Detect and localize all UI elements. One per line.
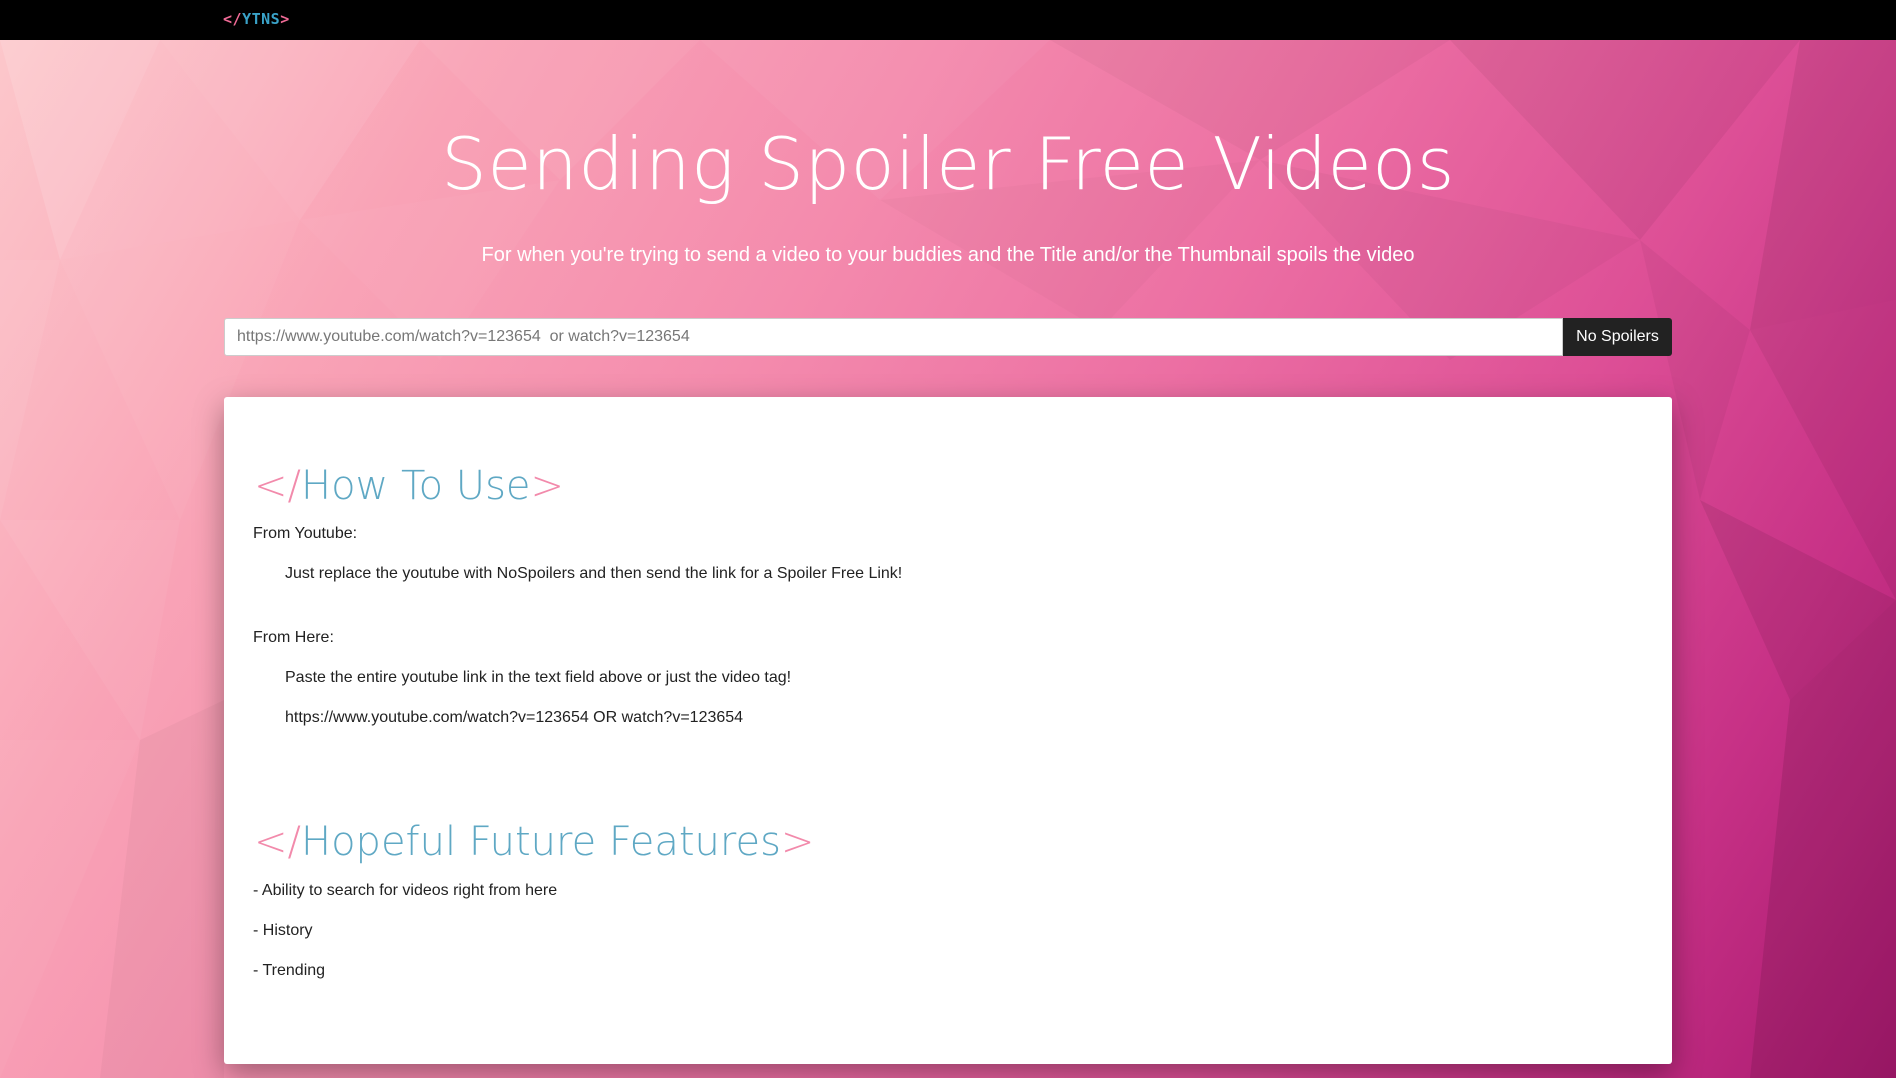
from-youtube-label: From Youtube: (253, 525, 358, 542)
from-youtube-text: Just replace the youtube with NoSpoilers… (285, 565, 903, 582)
heading-open-tag: </ (254, 463, 301, 509)
feature-item: - History (253, 922, 313, 939)
brand-name: YTNS (242, 10, 281, 28)
how-to-use-title: How To Use (301, 463, 531, 509)
top-navbar: </YTNS> (0, 0, 1896, 40)
brand-close-bracket: > (280, 10, 290, 28)
heading-close-tag: > (780, 819, 815, 865)
heading-close-tag: > (530, 463, 565, 509)
brand-open-bracket: </ (223, 10, 243, 28)
search-form: No Spoilers (224, 318, 1672, 356)
feature-item: - Trending (253, 962, 326, 979)
future-features-heading: </Hopeful Future Features> (254, 819, 814, 865)
info-card: </How To Use> From Youtube: Just replace… (224, 397, 1672, 1064)
no-spoilers-button[interactable]: No Spoilers (1563, 318, 1672, 356)
from-here-label: From Here: (253, 629, 334, 646)
youtube-link-input[interactable] (224, 318, 1563, 356)
hero-subtitle: For when you're trying to send a video t… (481, 244, 1415, 266)
future-features-title: Hopeful Future Features (301, 819, 781, 865)
how-to-use-heading: </How To Use> (254, 463, 564, 509)
example-link-text: https://www.youtube.com/watch?v=123654 O… (285, 709, 744, 726)
brand-logo[interactable]: </YTNS> (223, 10, 290, 28)
feature-item: - Ability to search for videos right fro… (253, 882, 558, 899)
hero-title: Sending Spoiler Free Videos (441, 122, 1455, 206)
from-here-text: Paste the entire youtube link in the tex… (285, 669, 792, 686)
heading-open-tag: </ (254, 819, 301, 865)
